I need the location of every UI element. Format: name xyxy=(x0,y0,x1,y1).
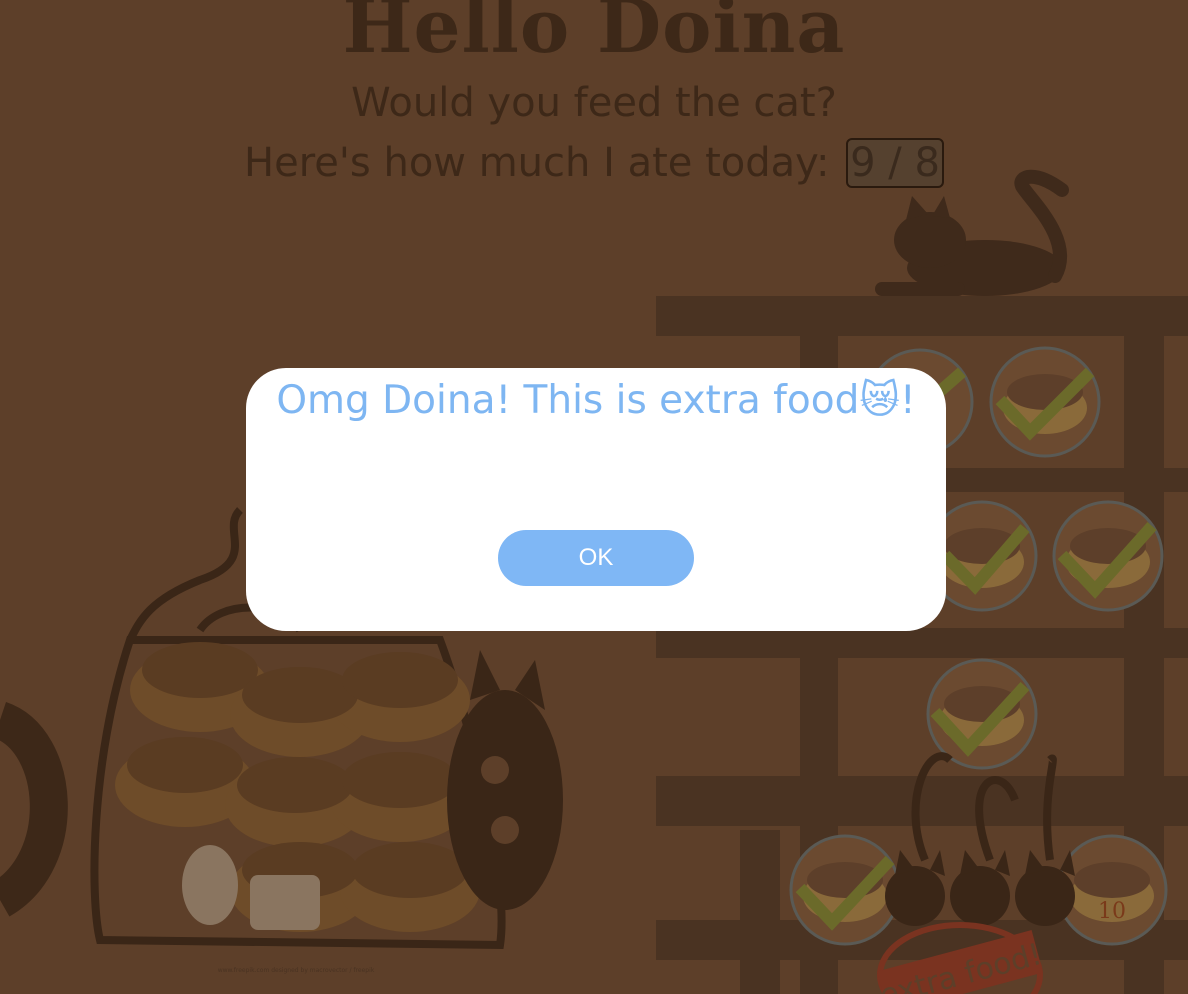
modal-overlay: Omg Doina! This is extra food😿! OK xyxy=(0,0,1188,994)
alert-message: Omg Doina! This is extra food😿! xyxy=(276,378,916,423)
ok-button[interactable]: OK xyxy=(498,530,694,586)
alert-dialog: Omg Doina! This is extra food😿! OK xyxy=(246,368,946,631)
